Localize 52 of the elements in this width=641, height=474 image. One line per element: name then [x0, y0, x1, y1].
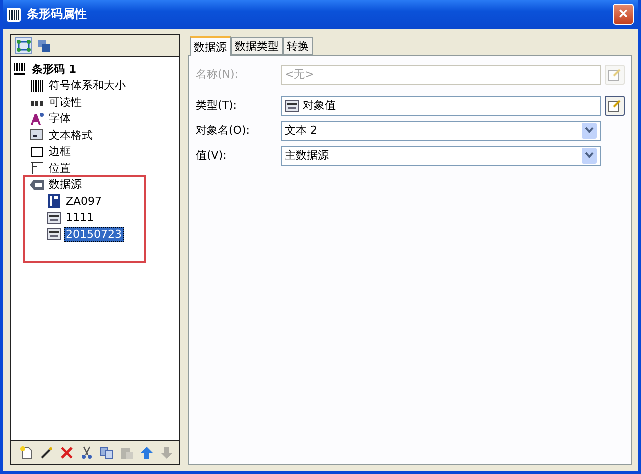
tree-item[interactable]: 1111 — [64, 210, 96, 226]
tree-item[interactable]: 符号体系和大小 — [47, 77, 128, 94]
barcode-icon — [30, 78, 44, 93]
dropdown[interactable]: 文本 2 — [281, 120, 601, 140]
edit-icon — [608, 68, 622, 82]
font-icon — [30, 112, 44, 126]
window-title: 条形码属性 — [27, 6, 88, 23]
edit-icon — [608, 98, 622, 112]
edit-button[interactable] — [605, 96, 625, 116]
variable-icon — [47, 210, 61, 225]
new-item-icon — [20, 446, 34, 460]
tree-item[interactable]: 字体 — [47, 110, 73, 128]
chevron-down-icon — [585, 152, 594, 159]
tree-item[interactable]: 条形码 1 — [30, 60, 78, 78]
field-label: 类型(T): — [196, 98, 238, 113]
toolbar-button[interactable] — [19, 444, 35, 461]
tab[interactable]: 数据类型 — [231, 37, 283, 55]
barcode-icon — [7, 8, 21, 22]
fit-icon — [16, 38, 30, 52]
arrow-up-icon — [140, 446, 154, 460]
cut-icon — [80, 446, 94, 460]
toolbar-button[interactable] — [79, 444, 95, 461]
layers-icon — [36, 38, 50, 52]
tree-item[interactable]: ZA097 — [64, 194, 104, 209]
tree-item[interactable]: 位置 — [47, 160, 73, 177]
close-button[interactable]: × — [613, 4, 634, 25]
tab[interactable]: 转换 — [283, 37, 313, 55]
copy-icon — [100, 446, 114, 460]
type-field[interactable]: 对象值 — [281, 96, 601, 116]
barcode-icon — [13, 62, 27, 76]
tab[interactable]: 数据源 — [190, 36, 231, 56]
paste-icon — [120, 446, 134, 460]
text-format-icon — [30, 128, 44, 142]
tree-item[interactable]: 可读性 — [47, 94, 84, 111]
field-label: 值(V): — [196, 148, 228, 163]
tree-item[interactable]: 边框 — [47, 143, 73, 160]
tree-item[interactable]: 文本格式 — [47, 126, 95, 144]
position-icon — [30, 161, 44, 176]
wand-icon — [40, 446, 54, 460]
variable-icon — [285, 98, 299, 112]
tree-item[interactable]: 20150723 — [64, 226, 124, 242]
arrow-down-icon — [160, 446, 174, 460]
database-icon — [47, 194, 61, 208]
tree-item[interactable]: 数据源 — [47, 176, 84, 194]
delete-icon — [60, 446, 74, 460]
dropdown[interactable]: 主数据源 — [281, 146, 601, 166]
field-label: 对象名(O): — [196, 123, 251, 138]
variable-icon — [47, 227, 61, 242]
data-source-icon — [30, 178, 44, 192]
field-label: 名称(N): — [196, 67, 240, 82]
border-icon — [30, 144, 44, 159]
chevron-down-icon — [585, 127, 594, 134]
